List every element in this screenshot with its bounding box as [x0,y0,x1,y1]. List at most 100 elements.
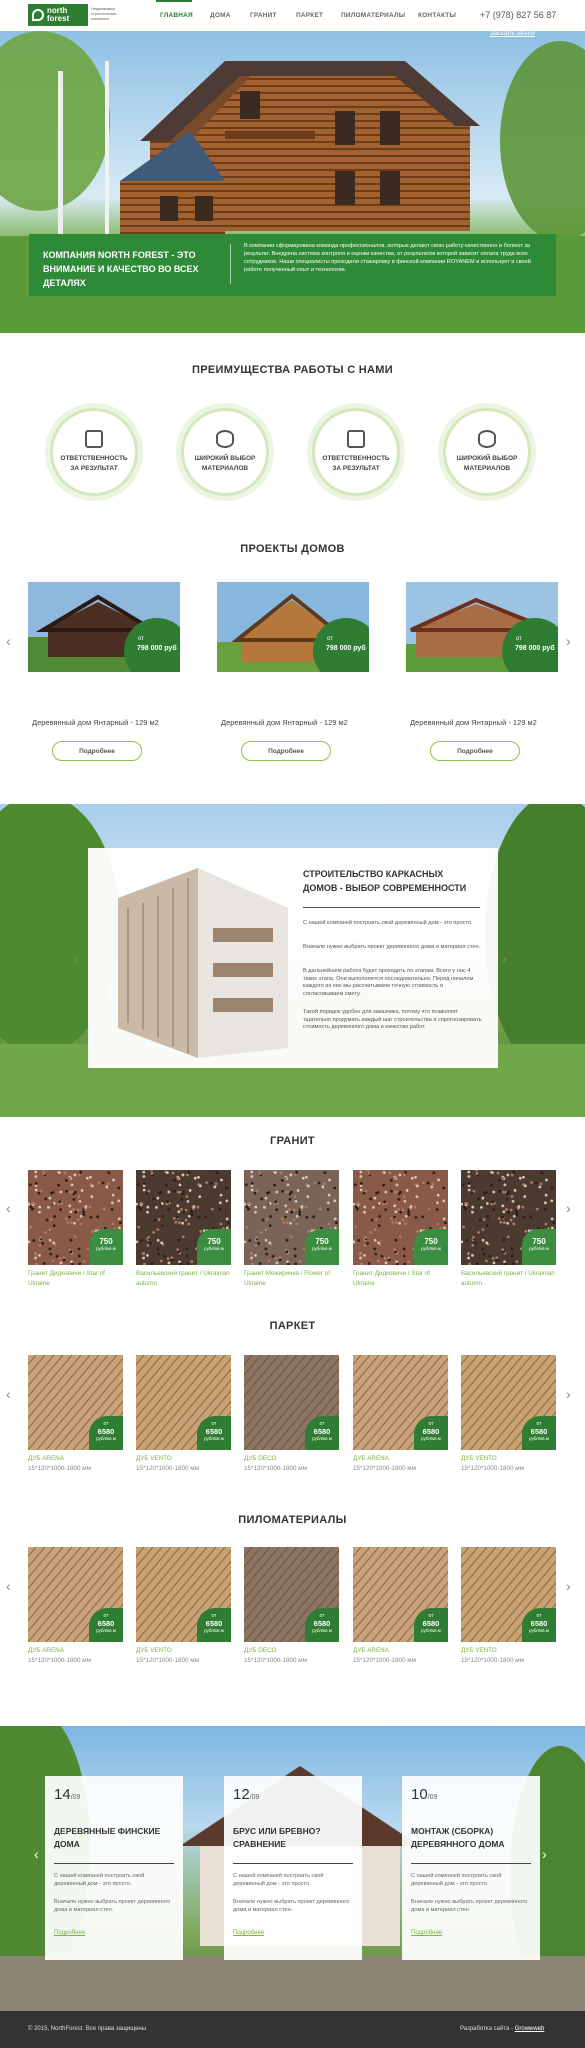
arrow-left-icon[interactable]: ‹ [6,1387,11,1401]
product-size: 15*120*1000-1800 мм [28,1657,91,1664]
price-value: 6580 [97,1427,115,1436]
price-badge: от 6580 рубл/кв.м [522,1608,556,1642]
price-unit: рубл/кв.м [312,1436,332,1441]
price-badge: от 6580 рубл/кв.м [305,1608,339,1642]
granite-card[interactable]: 750 рубл/кв.м [353,1170,448,1265]
parquet-card[interactable]: от 6580 рубл/кв.м [244,1355,339,1450]
price-badge: от 6580 рубл/кв.м [197,1608,231,1642]
parquet-caption[interactable]: ДУБ DECO 15*120*1000-1800 мм [244,1454,344,1474]
project-card[interactable]: от 798 000 руб [217,582,369,672]
nav-parquet[interactable]: ПАРКЕТ [296,12,323,19]
product-size: 15*120*1000-1800 мм [136,1657,199,1664]
product-size: 15*120*1000-1800 мм [244,1465,307,1472]
order-call-link[interactable]: Заказать звонок [490,31,535,37]
price-unit: рубл/кв.м [96,1436,116,1441]
price-badge: от 6580 рубл/кв.м [89,1608,123,1642]
granite-caption[interactable]: Васильевский гранит / Ukrainian autumn [136,1269,236,1289]
parquet-caption[interactable]: ДУБ VENTO 15*120*1000-1800 мм [461,1454,561,1474]
parquet-caption[interactable]: ДУБ VENTO 15*120*1000-1800 мм [136,1454,236,1474]
granite-card[interactable]: 750 рубл/кв.м [136,1170,231,1265]
news-divider [54,1863,174,1864]
arrow-right-icon[interactable]: › [502,951,507,965]
lumber-card[interactable]: от 6580 рубл/кв.м [244,1547,339,1642]
arrow-left-icon[interactable]: ‹ [6,634,11,648]
hero-description: В компании сформирована команда професси… [244,243,531,273]
news-paragraph: С нашей компаней построить свой деревянн… [54,1873,145,1887]
developer-link[interactable]: Growwweb [515,2026,545,2032]
price-badge: 750 рубл/кв.м [414,1229,448,1265]
news-more-link[interactable]: Подробнее [411,1930,442,1936]
project-details-button[interactable]: Подробнее [430,741,520,761]
granite-card[interactable]: 750 рубл/кв.м [461,1170,556,1265]
news-paragraph: Вначале нужно выбрать проект деревянного… [54,1899,171,1913]
price-badge: 750 рубл/кв.м [522,1229,556,1265]
price-value: 798 000 руб [137,645,177,652]
nav-active-indicator [156,0,192,2]
product-name: ДУБ ARENA [28,1647,64,1654]
arrow-right-icon[interactable]: › [566,1201,571,1215]
parquet-card[interactable]: от 6580 рубл/кв.м [353,1355,448,1450]
granite-caption[interactable]: Васильевский гранит / Ukrainian autumn [461,1269,561,1289]
lumber-card[interactable]: от 6580 рубл/кв.м [136,1547,231,1642]
granite-caption[interactable]: Гранит Межиричка / Flower of Ukraine [244,1269,344,1289]
lumber-caption[interactable]: ДУБ VENTO 15*120*1000-1800 мм [461,1646,561,1666]
arrow-right-icon[interactable]: › [566,1579,571,1593]
parquet-card[interactable]: от 6580 рубл/кв.м [136,1355,231,1450]
parquet-card[interactable]: от 6580 рубл/кв.м [28,1355,123,1450]
price-value: 6580 [422,1427,440,1436]
news-title[interactable]: БРУС ИЛИ БРЕВНО? СРАВНЕНИЕ [233,1825,353,1851]
lumber-card[interactable]: от 6580 рубл/кв.м [461,1547,556,1642]
price-value: 6580 [97,1619,115,1628]
price-value: 6580 [205,1619,223,1628]
granite-card[interactable]: 750 рубл/кв.м [28,1170,123,1265]
arrow-left-icon[interactable]: ‹ [34,1847,39,1861]
arrow-left-icon[interactable]: ‹ [6,1579,11,1593]
price-badge: от 6580 рубл/кв.м [197,1416,231,1450]
price-value: 750 [315,1237,329,1246]
news-more-link[interactable]: Подробнее [54,1930,85,1936]
lumber-caption[interactable]: ДУБ VENTO 15*120*1000-1800 мм [136,1646,236,1666]
granite-card[interactable]: 750 рубл/кв.м [244,1170,339,1265]
price-from: от [138,636,144,642]
logo[interactable]: north forest [28,4,88,26]
price-badge: от 6580 рубл/кв.м [305,1416,339,1450]
lumber-caption[interactable]: ДУБ ARENA 15*120*1000-1800 мм [28,1646,128,1666]
parquet-caption[interactable]: ДУБ ARENA 15*120*1000-1800 мм [28,1454,128,1474]
frame-title-underline [303,907,480,908]
price-unit: рубл/кв.м [96,1246,116,1251]
frame-paragraph: Такой порядок удобен для заказчика, пото… [303,1009,482,1030]
lumber-card[interactable]: от 6580 рубл/кв.м [353,1547,448,1642]
parquet-caption[interactable]: ДУБ ARENA 15*120*1000-1800 мм [353,1454,453,1474]
copyright: © 2015, NorthForest. Все права защищены [28,2026,147,2032]
arrow-right-icon[interactable]: › [566,1387,571,1401]
arrow-left-icon[interactable]: ‹ [6,1201,11,1215]
parquet-title: ПАРКЕТ [269,1320,316,1332]
lumber-caption[interactable]: ДУБ DECO 15*120*1000-1800 мм [244,1646,344,1666]
news-more-link[interactable]: Подробнее [233,1930,264,1936]
lumber-card[interactable]: от 6580 рубл/кв.м [28,1547,123,1642]
advantage-label: ШИРОКИЙ ВЫБОР МАТЕРИАЛОВ [456,455,518,472]
news-title[interactable]: ДЕРЕВЯННЫЕ ФИНСКИЕ ДОМА [54,1825,174,1851]
news-paragraph: С нашей компаней построить свой деревянн… [411,1873,502,1887]
project-caption: Деревянный дом Янтарный - 129 м2 [221,718,348,727]
arrow-left-icon[interactable]: ‹ [74,951,79,965]
advantage-card: ШИРОКИЙ ВЫБОР МАТЕРИАЛОВ [443,408,531,496]
project-card[interactable]: от 798 000 руб [28,582,180,672]
nav-granite[interactable]: ГРАНИТ [250,12,277,19]
parquet-card[interactable]: от 6580 рубл/кв.м [461,1355,556,1450]
granite-caption[interactable]: Гранит Дидковичи / Star of Ukraine [28,1269,128,1289]
project-card[interactable]: от 798 000 руб [406,582,558,672]
granite-caption[interactable]: Гранит Дидковичи / Star of Ukraine [353,1269,453,1289]
nav-contacts[interactable]: КОНТАКТЫ [418,12,456,19]
nav-lumber[interactable]: ПИЛОМАТЕРИАЛЫ [341,12,405,19]
news-title[interactable]: МОНТАЖ (СБОРКА) ДЕРЕВЯННОГО ДОМА [411,1825,531,1851]
product-name: ДУБ VENTO [461,1647,497,1654]
arrow-right-icon[interactable]: › [566,634,571,648]
arrow-right-icon[interactable]: › [542,1847,547,1861]
lumber-caption[interactable]: ДУБ ARENA 15*120*1000-1800 мм [353,1646,453,1666]
project-details-button[interactable]: Подробнее [241,741,331,761]
project-details-button[interactable]: Подробнее [52,741,142,761]
nav-houses[interactable]: ДОМА [210,12,231,19]
price-value: 6580 [530,1427,548,1436]
nav-home[interactable]: ГЛАВНАЯ [160,12,193,19]
